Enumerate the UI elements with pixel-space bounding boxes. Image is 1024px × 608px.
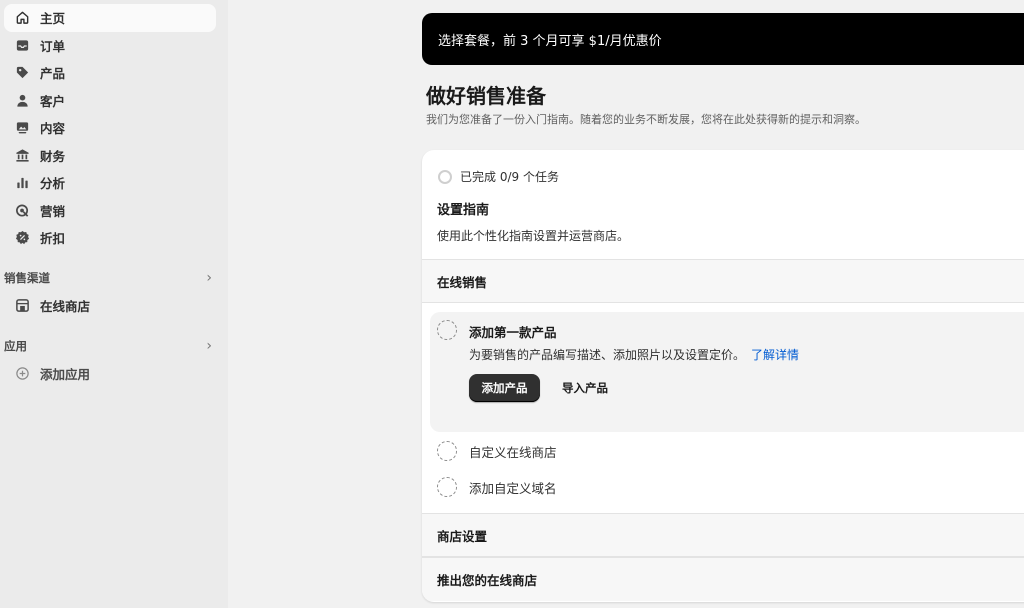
main-content: 选择套餐，前 3 个月可享 $1/月优惠价 做好销售准备 我们为您准备了一份入门… — [422, 0, 1024, 608]
tag-icon — [14, 65, 30, 81]
progress-text: 已完成 0/9 个任务 — [460, 170, 559, 184]
nav-item-online-store[interactable]: 在线商店 — [4, 292, 216, 320]
progress-ring-icon — [438, 169, 452, 184]
guide-description: 使用此个性化指南设置并运营商店。 — [437, 229, 630, 243]
section-store-settings[interactable]: 商店设置 — [422, 513, 1024, 557]
store-icon — [14, 297, 30, 313]
chevron-right-icon: › — [206, 338, 212, 354]
page-title: 做好销售准备 — [426, 84, 546, 108]
plus-circle-icon — [14, 366, 30, 382]
nav-item-discounts[interactable]: 折扣 — [4, 224, 216, 252]
guide-title: 设置指南 — [437, 203, 490, 218]
import-products-button[interactable]: 导入产品 — [554, 374, 616, 402]
nav-item-label: 营销 — [40, 203, 66, 219]
section-title: 在线销售 — [437, 274, 488, 290]
nav-item-home[interactable]: 主页 — [4, 4, 216, 32]
section-online-sales[interactable]: 在线销售 — [422, 259, 1024, 303]
nav-item-customers[interactable]: 客户 — [4, 87, 216, 115]
nav-item-analytics[interactable]: 分析 — [4, 169, 216, 197]
nav-item-label: 在线商店 — [40, 298, 91, 314]
home-icon — [14, 10, 30, 26]
task-progress: 已完成 0/9 个任务 — [438, 168, 559, 185]
bar-chart-icon — [14, 175, 30, 191]
nav-item-marketing[interactable]: 营销 — [4, 197, 216, 225]
banner-text: 选择套餐，前 3 个月可享 $1/月优惠价 — [438, 33, 662, 49]
image-icon — [14, 120, 30, 136]
bank-icon — [14, 147, 30, 163]
nav-item-label: 财务 — [40, 148, 66, 164]
nav-item-finance[interactable]: 财务 — [4, 142, 216, 170]
task-description-text: 为要销售的产品编写描述、添加照片以及设置定价。 — [469, 348, 746, 362]
inbox-icon — [14, 37, 30, 53]
nav-item-products[interactable]: 产品 — [4, 59, 216, 87]
section-title: 商店设置 — [437, 528, 488, 544]
task-add-domain[interactable]: 添加自定义域名 — [437, 477, 557, 497]
nav-item-label: 内容 — [40, 121, 66, 137]
nav-item-add-app[interactable]: 添加应用 — [4, 360, 216, 388]
task-title: 添加第一款产品 — [469, 325, 557, 340]
target-icon — [14, 202, 30, 218]
nav-item-label: 产品 — [40, 66, 66, 82]
section-launch-store[interactable]: 推出您的在线商店 — [422, 557, 1024, 601]
task-checkbox[interactable] — [437, 320, 457, 340]
page-subtitle: 我们为您准备了一份入门指南。随着您的业务不断发展，您将在此处获得新的提示和洞察。 — [426, 113, 866, 126]
task-add-first-product[interactable]: 添加第一款产品 为要销售的产品编写描述、添加照片以及设置定价。 了解详情 添加产品… — [430, 312, 1024, 432]
apps-heading[interactable]: 应用 › — [0, 334, 228, 358]
nav-item-label: 客户 — [40, 93, 66, 109]
add-product-button[interactable]: 添加产品 — [469, 374, 540, 402]
chevron-right-icon: › — [206, 269, 212, 286]
nav-item-orders[interactable]: 订单 — [4, 32, 216, 60]
nav-item-label: 订单 — [40, 38, 66, 54]
sidebar: 主页 订单 产品 客户 内容 财务 分析 营销 折扣 销售渠道 › 在线商店 应… — [0, 0, 228, 608]
section-label: 应用 — [4, 339, 27, 353]
section-label: 销售渠道 — [4, 270, 50, 285]
nav-item-label: 分析 — [40, 176, 66, 192]
setup-guide-card: 已完成 0/9 个任务 设置指南 使用此个性化指南设置并运营商店。 在线销售 添… — [422, 150, 1024, 602]
sales-channels-heading[interactable]: 销售渠道 › — [0, 266, 228, 290]
task-checkbox[interactable] — [437, 477, 457, 497]
task-title: 添加自定义域名 — [469, 480, 557, 496]
task-customize-store[interactable]: 自定义在线商店 — [437, 441, 557, 461]
nav-item-content[interactable]: 内容 — [4, 114, 216, 142]
nav-item-label: 主页 — [40, 11, 66, 27]
learn-more-link[interactable]: 了解详情 — [751, 348, 799, 362]
task-description: 为要销售的产品编写描述、添加照片以及设置定价。 了解详情 — [469, 346, 799, 363]
task-checkbox[interactable] — [437, 441, 457, 461]
nav-item-label: 折扣 — [40, 231, 66, 247]
discount-icon — [14, 230, 30, 246]
nav-item-label: 添加应用 — [40, 367, 91, 383]
person-icon — [14, 92, 30, 108]
section-title: 推出您的在线商店 — [437, 573, 538, 588]
task-title: 自定义在线商店 — [469, 444, 557, 460]
plan-banner[interactable]: 选择套餐，前 3 个月可享 $1/月优惠价 — [422, 13, 1024, 65]
